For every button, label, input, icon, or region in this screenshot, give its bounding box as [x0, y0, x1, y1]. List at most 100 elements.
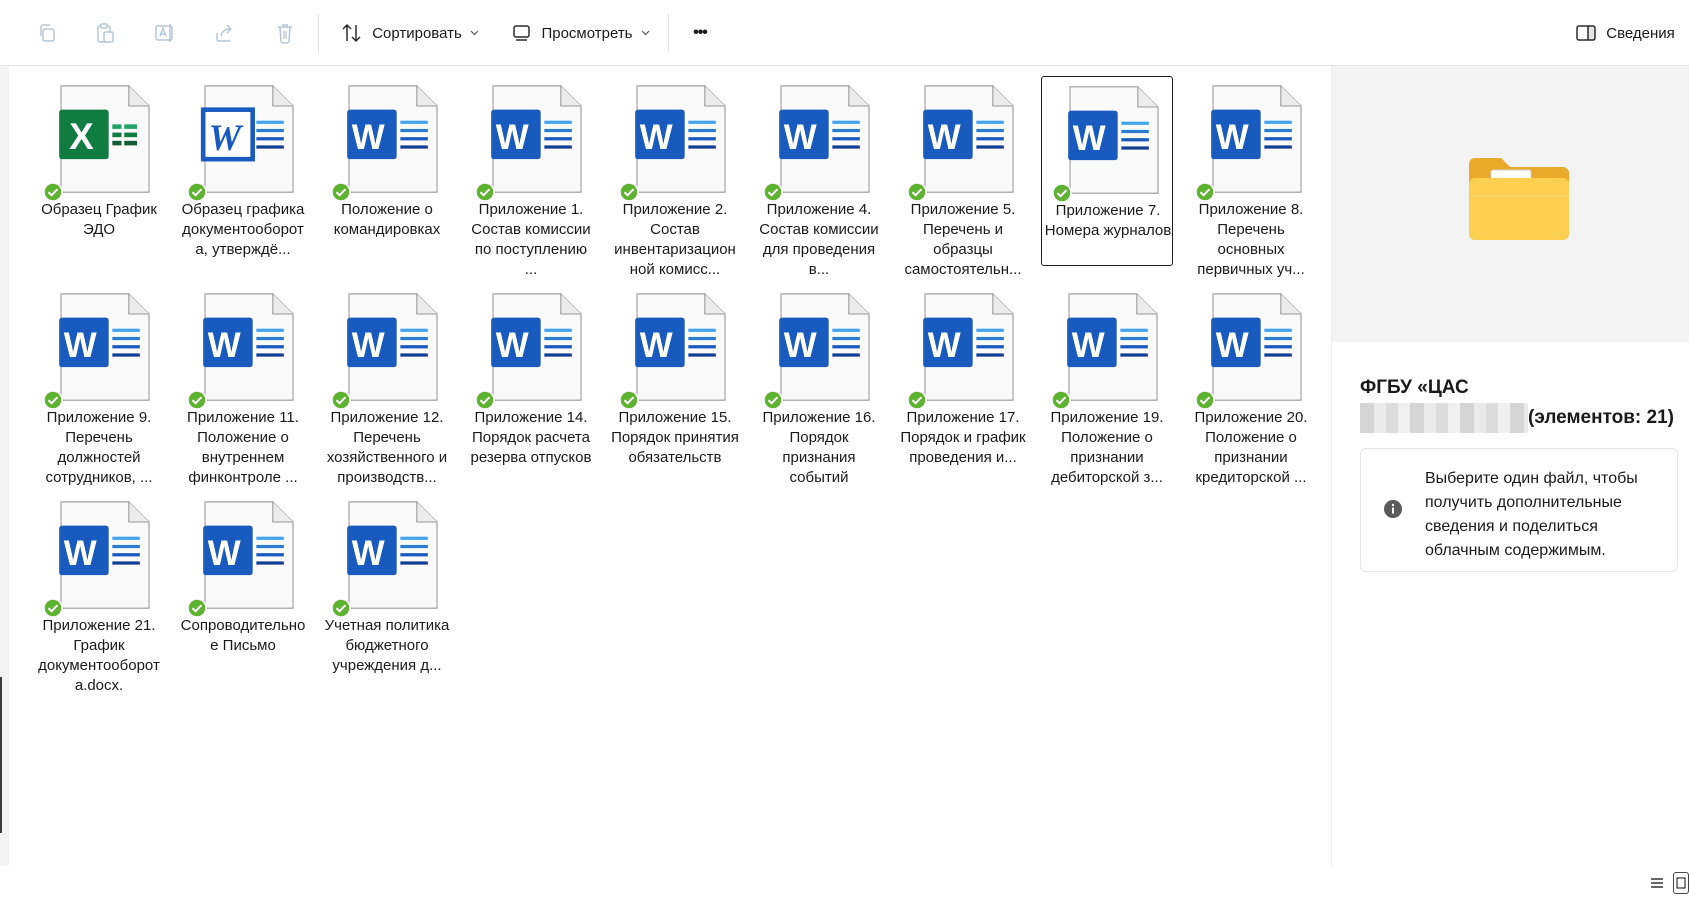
svg-text:W: W: [784, 118, 817, 157]
file-item[interactable]: W Сопроводительное Письмо: [177, 492, 309, 682]
word-file-icon: W: [775, 292, 875, 402]
svg-text:X: X: [69, 116, 94, 157]
navigation-pane-scrollbar[interactable]: [0, 677, 2, 833]
file-name: Приложение 9. Перечень должностей сотруд…: [45, 409, 153, 486]
toolbar-separator: [318, 14, 319, 52]
word-file-icon: W: [1207, 292, 1307, 402]
sync-status-icon: [907, 390, 927, 410]
file-item[interactable]: X Образец График ЭДО: [33, 76, 165, 266]
sync-status-icon: [763, 182, 783, 202]
chevron-down-icon: [470, 30, 479, 36]
word-file-icon: W: [487, 292, 587, 402]
copy-icon: [40, 24, 55, 42]
svg-text:W: W: [928, 118, 961, 157]
details-label: Сведения: [1606, 24, 1675, 42]
preview-area: W: [1332, 66, 1689, 342]
file-item[interactable]: W Образец графика документооборота, утвер…: [177, 76, 309, 266]
file-item[interactable]: W Приложение 11. Положение о внутреннем ф…: [177, 284, 309, 486]
file-item[interactable]: W Приложение 14. Порядок расчета резерва …: [465, 284, 597, 474]
sync-status-icon: [43, 598, 63, 618]
sync-status-icon: [619, 390, 639, 410]
file-name: Приложение 8. Перечень основных первичны…: [1197, 201, 1305, 278]
file-item[interactable]: W Приложение 5. Перечень и образцы самост…: [897, 76, 1029, 278]
word-file-icon: W: [199, 500, 299, 610]
file-name: Учетная политика бюджетного учреждения д…: [324, 617, 450, 674]
share-button[interactable]: [208, 14, 242, 52]
file-item[interactable]: W Приложение 15. Порядок принятия обязате…: [609, 284, 741, 474]
rename-icon: [155, 24, 173, 42]
sync-status-icon: [331, 182, 351, 202]
sync-status-icon: [907, 182, 927, 202]
more-options-button[interactable]: •••: [682, 14, 718, 52]
word-file-icon: W: [343, 500, 443, 610]
file-item[interactable]: W Учетная политика бюджетного учреждения …: [321, 492, 453, 682]
file-name: Приложение 16. Порядок признания событий: [762, 409, 876, 486]
details-view-button[interactable]: [1645, 872, 1669, 894]
file-item[interactable]: W Приложение 8. Перечень основных первичн…: [1185, 76, 1317, 278]
rename-button[interactable]: [148, 14, 182, 52]
info-card: Выберите один файл, чтобы получить допол…: [1360, 448, 1678, 572]
file-item[interactable]: W Приложение 7. Номера журналов: [1041, 76, 1173, 266]
chevron-down-icon: [641, 30, 649, 36]
file-name: Сопроводительное Письмо: [180, 617, 306, 654]
delete-button[interactable]: [268, 14, 302, 52]
folder-icon: W: [1467, 156, 1571, 247]
details-pane-button[interactable]: Сведения: [1570, 14, 1680, 52]
word-file-icon: W: [919, 84, 1019, 194]
svg-text:W: W: [64, 326, 97, 365]
file-name: Приложение 1. Состав комиссии по поступл…: [471, 201, 591, 278]
view-label: Просмотреть: [541, 24, 633, 42]
details-pane: W ФГБУ «ЦАС (элементов: 21) Выберите оди…: [1331, 66, 1689, 866]
file-item[interactable]: W Приложение 12. Перечень хозяйственного …: [321, 284, 453, 486]
svg-text:W: W: [208, 326, 241, 365]
folder-title: ФГБУ «ЦАС: [1360, 377, 1469, 398]
file-item[interactable]: W Положение о командировках: [321, 76, 453, 266]
word-file-icon: W: [55, 292, 155, 402]
copy-button[interactable]: [30, 14, 64, 52]
svg-text:W: W: [1216, 326, 1249, 365]
file-item[interactable]: W Приложение 19. Положение о признании де…: [1041, 284, 1173, 486]
file-item[interactable]: W Приложение 4. Состав комиссии для прове…: [753, 76, 885, 278]
file-item[interactable]: W Приложение 21. График документооборота.…: [33, 492, 165, 694]
file-item[interactable]: W Приложение 20. Положение о признании кр…: [1185, 284, 1317, 486]
excel-file-icon: X: [55, 84, 155, 194]
file-name: Приложение 7. Номера журналов: [1044, 202, 1172, 239]
info-icon: [1384, 500, 1402, 518]
sync-status-icon: [187, 598, 207, 618]
word-file-icon: W: [199, 292, 299, 402]
word-file-icon: W: [199, 84, 299, 194]
file-item[interactable]: W Приложение 1. Состав комиссии по поступ…: [465, 76, 597, 278]
trash-icon: [278, 24, 292, 44]
word-file-icon: W: [487, 84, 587, 194]
word-file-icon: W: [775, 84, 875, 194]
sync-status-icon: [43, 390, 63, 410]
sync-status-icon: [619, 182, 639, 202]
svg-text:W: W: [1072, 326, 1105, 365]
sync-status-icon: [763, 390, 783, 410]
details-pane-icon: [1576, 25, 1596, 41]
svg-text:W: W: [1216, 118, 1249, 157]
tiles-view-icon: [1676, 877, 1686, 889]
file-name: Приложение 5. Перечень и образцы самосто…: [904, 201, 1022, 278]
file-item[interactable]: W Приложение 2. Состав инвентаризационной…: [609, 76, 741, 278]
sync-status-icon: [475, 182, 495, 202]
tiles-view-button[interactable]: [1673, 872, 1689, 894]
sort-icon: [342, 23, 361, 43]
svg-text:W: W: [496, 118, 529, 157]
file-item[interactable]: W Приложение 17. Порядок и график проведе…: [897, 284, 1029, 474]
sync-status-icon: [1051, 390, 1071, 410]
sync-status-icon: [1195, 390, 1215, 410]
file-item[interactable]: W Приложение 9. Перечень должностей сотру…: [33, 284, 165, 486]
view-icon: [513, 25, 531, 41]
sort-button[interactable]: Сортировать: [336, 14, 484, 52]
word-file-icon: W: [919, 292, 1019, 402]
file-name: Приложение 17. Порядок и график проведен…: [900, 409, 1026, 466]
word-file-icon: W: [55, 500, 155, 610]
paste-button[interactable]: [88, 14, 122, 52]
view-button[interactable]: Просмотреть: [508, 14, 654, 52]
file-item[interactable]: W Приложение 16. Порядок признания событи…: [753, 284, 885, 486]
svg-text:W: W: [352, 118, 385, 157]
file-name: Приложение 14. Порядок расчета резерва о…: [470, 409, 592, 466]
sync-status-icon: [187, 390, 207, 410]
file-name: Приложение 4. Состав комиссии для провед…: [759, 201, 879, 278]
